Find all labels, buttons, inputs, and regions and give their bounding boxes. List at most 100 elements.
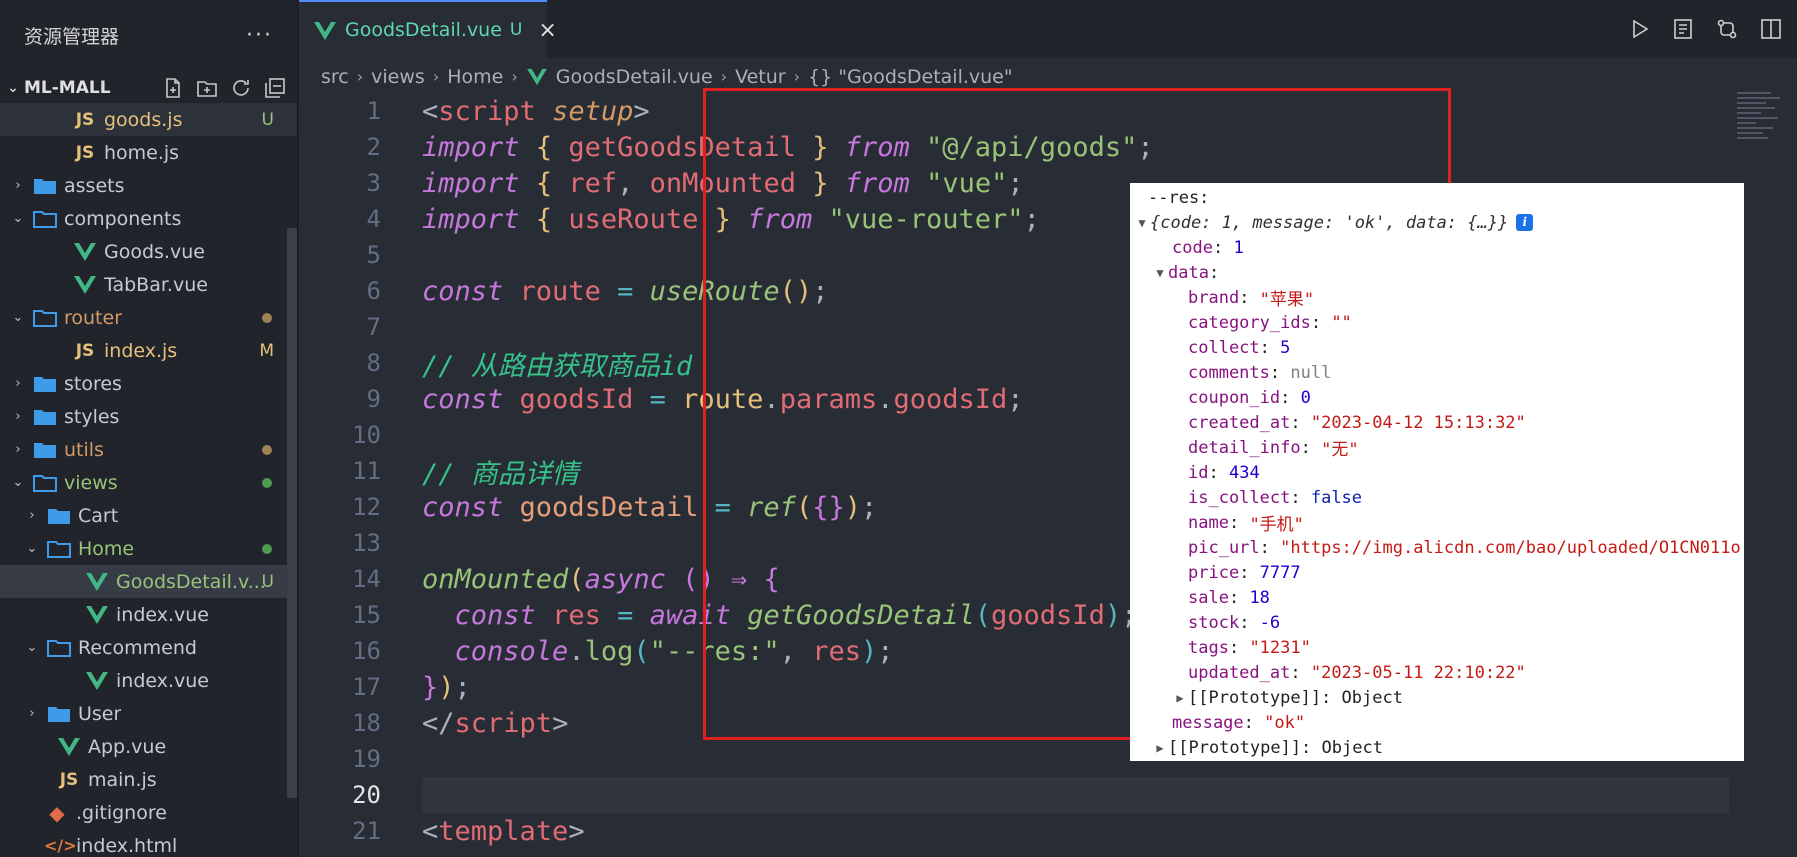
chevron-right-icon[interactable]: › xyxy=(10,442,26,457)
console-prop-data[interactable]: ▼ data: xyxy=(1130,260,1744,285)
expanded-triangle-icon[interactable]: ▼ xyxy=(1152,266,1168,280)
tree-item-label: main.js xyxy=(88,768,157,791)
info-icon[interactable]: i xyxy=(1516,214,1534,231)
tree-item[interactable]: JS index.js M xyxy=(0,334,297,367)
field-value: 0 xyxy=(1300,387,1311,408)
field-key: created_at xyxy=(1188,412,1291,433)
code-line[interactable]: 20 xyxy=(299,777,1797,813)
code-text: import { ref, onMounted } from "vue"; xyxy=(422,167,1024,199)
chevron-right-icon[interactable]: › xyxy=(24,508,40,523)
expanded-triangle-icon[interactable]: ▼ xyxy=(1134,216,1150,230)
tab-goodsdetail[interactable]: GoodsDetail.vue U × xyxy=(299,0,557,58)
sidebar-scrollbar[interactable] xyxy=(287,228,297,798)
tree-item[interactable]: ⌄ components xyxy=(0,202,297,235)
collapsed-triangle-icon[interactable]: ▶ xyxy=(1152,741,1168,755)
code-text: // 商品详情 xyxy=(422,458,579,490)
chevron-down-icon[interactable]: ⌄ xyxy=(10,475,26,490)
console-prototype-inner[interactable]: ▶ [[Prototype]]: Object xyxy=(1130,685,1744,710)
chevron-down-icon[interactable]: ⌄ xyxy=(10,310,26,325)
code-text: const goodsId = route.params.goodsId; xyxy=(422,383,1024,415)
tree-item[interactable]: › Cart xyxy=(0,499,297,532)
breadcrumb-vetur[interactable]: Vetur xyxy=(735,66,786,88)
split-editor-icon[interactable] xyxy=(1759,17,1783,41)
tab-status-badge: U xyxy=(509,20,523,40)
git-status-dot xyxy=(262,312,272,323)
breadcrumb-views[interactable]: views xyxy=(371,66,425,88)
tree-item[interactable]: index.vue xyxy=(0,598,297,631)
breadcrumb-symbol[interactable]: {} "GoodsDetail.vue" xyxy=(808,66,1013,88)
tree-item-label: index.html xyxy=(76,834,178,857)
tree-item[interactable]: </> index.html xyxy=(0,829,297,857)
js-file-icon: JS xyxy=(59,769,79,790)
tree-item[interactable]: › User xyxy=(0,697,297,730)
breadcrumb-file[interactable]: GoodsDetail.vue xyxy=(556,66,713,88)
console-data-field: created_at: "2023-04-12 15:13:32" xyxy=(1188,412,1526,433)
code-line[interactable]: 21 <template> xyxy=(299,813,1797,849)
tree-item[interactable]: JS goods.js U xyxy=(0,103,297,136)
code-text: const goodsDetail = ref({}); xyxy=(422,491,878,523)
chevron-down-icon[interactable]: ⌄ xyxy=(24,640,40,655)
tree-item[interactable]: ◆ .gitignore xyxy=(0,796,297,829)
tree-item[interactable]: JS main.js xyxy=(0,763,297,796)
code-text: // 从路由获取商品id xyxy=(422,350,693,382)
compare-icon[interactable] xyxy=(1715,17,1739,41)
minimap[interactable] xyxy=(1737,92,1785,162)
run-icon[interactable] xyxy=(1627,17,1651,41)
tree-item[interactable]: › utils xyxy=(0,433,297,466)
tree-item[interactable]: App.vue xyxy=(0,730,297,763)
line-number: 8 xyxy=(366,349,381,377)
refresh-icon[interactable] xyxy=(229,76,253,100)
line-number: 20 xyxy=(352,781,381,809)
console-object-summary[interactable]: ▼ {code: 1, message: 'ok', data: {…}} i xyxy=(1130,210,1744,235)
new-folder-icon[interactable] xyxy=(195,76,219,100)
field-key: is_collect xyxy=(1188,487,1291,508)
git-status-badge: M xyxy=(259,340,274,361)
code-line[interactable]: 1 <script setup> xyxy=(299,93,1797,129)
console-data-field: detail_info: "无" xyxy=(1130,435,1744,461)
breadcrumb-src[interactable]: src xyxy=(321,66,349,88)
tree-item-label: .gitignore xyxy=(76,801,167,824)
tree-item-label: home.js xyxy=(104,141,180,164)
tree-item[interactable]: Goods.vue xyxy=(0,235,297,268)
git-status-badge: U xyxy=(261,109,274,130)
tree-item[interactable]: TabBar.vue xyxy=(0,268,297,301)
vue-file-icon xyxy=(84,604,110,626)
chevron-down-icon[interactable]: ⌄ xyxy=(24,541,40,556)
collapsed-triangle-icon[interactable]: ▶ xyxy=(1172,691,1188,705)
chevron-right-icon[interactable]: › xyxy=(10,409,26,424)
tree-item[interactable]: index.vue xyxy=(0,664,297,697)
field-value: 18 xyxy=(1249,587,1270,608)
field-key: detail_info xyxy=(1188,437,1301,458)
console-data-field: name: "手机" xyxy=(1130,510,1744,536)
collapse-all-icon[interactable] xyxy=(263,76,287,100)
breadcrumb-home[interactable]: Home xyxy=(447,66,503,88)
new-file-icon[interactable] xyxy=(161,76,185,100)
tree-item[interactable]: ⌄ Recommend xyxy=(0,631,297,664)
code-text: </script> xyxy=(422,707,569,739)
vue-icon xyxy=(313,19,337,41)
tree-item[interactable]: GoodsDetail.v... U xyxy=(0,565,297,598)
chevron-right-icon[interactable]: › xyxy=(10,178,26,193)
tree-item[interactable]: ⌄ router xyxy=(0,301,297,334)
more-actions-icon[interactable]: ··· xyxy=(246,23,273,48)
tree-item[interactable]: › styles xyxy=(0,400,297,433)
line-number: 21 xyxy=(352,817,381,845)
folder-open-icon xyxy=(46,538,72,560)
tree-item[interactable]: › stores xyxy=(0,367,297,400)
chevron-right-icon[interactable]: › xyxy=(10,376,26,391)
project-section-header[interactable]: ⌄ ML-MALL xyxy=(0,70,297,106)
open-changes-icon[interactable] xyxy=(1671,17,1695,41)
tree-item[interactable]: › assets xyxy=(0,169,297,202)
close-icon[interactable]: × xyxy=(538,18,556,43)
tree-item[interactable]: ⌄ Home xyxy=(0,532,297,565)
chevron-down-icon[interactable]: ⌄ xyxy=(10,211,26,226)
chevron-right-icon[interactable]: › xyxy=(24,706,40,721)
tab-label: GoodsDetail.vue xyxy=(345,19,502,41)
tree-item[interactable]: JS home.js xyxy=(0,136,297,169)
code-line[interactable]: 2 import { getGoodsDetail } from "@/api/g… xyxy=(299,129,1797,165)
tree-item-label: index.js xyxy=(104,339,178,362)
folder-open-icon xyxy=(32,208,58,230)
tree-item[interactable]: ⌄ views xyxy=(0,466,297,499)
console-prototype-outer[interactable]: ▶ [[Prototype]]: Object xyxy=(1130,735,1744,760)
vue-file-icon xyxy=(84,571,110,593)
